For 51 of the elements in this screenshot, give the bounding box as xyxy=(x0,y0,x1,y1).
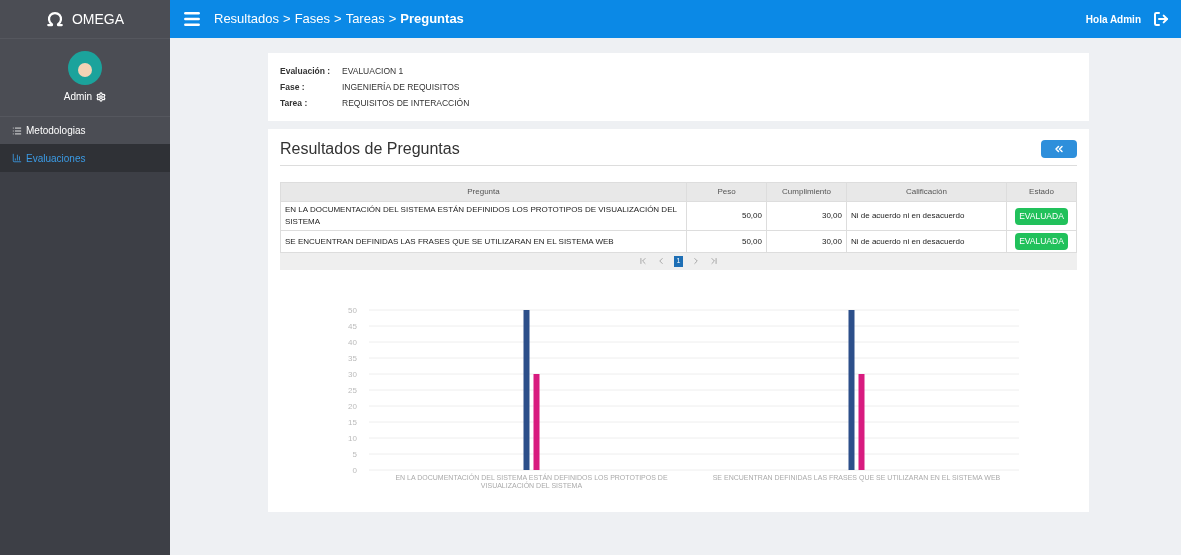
sidebar-item[interactable]: Metodologias xyxy=(0,116,170,144)
sidebar-item-label: Evaluaciones xyxy=(26,151,86,166)
sidebar-item[interactable]: Evaluaciones xyxy=(0,144,170,172)
column-header: Calificación xyxy=(846,182,1007,202)
greeting-text: Hola Admin xyxy=(1085,12,1141,27)
breadcrumb-separator: > xyxy=(283,10,291,29)
axis-tick-label: 5 xyxy=(352,449,357,459)
back-button[interactable] xyxy=(1041,140,1077,159)
gear-icon[interactable] xyxy=(96,91,107,102)
column-header: Estado xyxy=(1006,182,1077,202)
column-header: Cumplimiento xyxy=(766,182,847,202)
table-cell: 30,00 xyxy=(766,201,847,231)
table-cell: EN LA DOCUMENTACIÓN DEL SISTEMA ESTÁN DEFINIDOS LOS PROTOTIPOS DE VISUALIZACIÓN DEL SISTEMA xyxy=(280,201,687,231)
list-icon xyxy=(12,125,22,136)
sidebar-item-label: Metodologias xyxy=(26,124,86,138)
breadcrumb-separator: > xyxy=(334,10,342,29)
axis-tick-label: 35 xyxy=(347,353,357,363)
field-value: INGENIERÍA DE REQUISITOS xyxy=(342,80,460,94)
omega-logo-icon xyxy=(45,10,64,28)
table-cell: 30,00 xyxy=(766,230,847,253)
menu-icon[interactable] xyxy=(182,9,202,29)
table-cell: 50,00 xyxy=(686,230,767,253)
field-label: Evaluación : xyxy=(280,65,332,78)
breadcrumb-link[interactable]: Tareas xyxy=(345,9,385,29)
logout-icon[interactable] xyxy=(1153,11,1169,27)
brand-name: OMEGA xyxy=(71,10,125,29)
table-cell: Ni de acuerdo ni en desacuerdo xyxy=(846,230,1007,253)
section-title: Resultados de Preguntas xyxy=(280,139,460,160)
field-label: Fase : xyxy=(280,80,306,94)
user-name: Admin xyxy=(63,90,93,104)
axis-tick-label: 25 xyxy=(347,385,357,395)
table-cell: 50,00 xyxy=(686,201,767,231)
axis-tick-label: 10 xyxy=(347,433,357,443)
column-header: Pregunta xyxy=(280,182,687,202)
bar-chart-icon xyxy=(12,153,22,163)
status-badge: EVALUADA xyxy=(1015,207,1068,225)
field-value: REQUISITOS DE INTERACCIÓN xyxy=(342,96,470,110)
breadcrumb-separator: > xyxy=(388,10,397,29)
breadcrumb-link[interactable]: Preguntas xyxy=(400,9,464,29)
table-cell: SE ENCUENTRAN DEFINIDAS LAS FRASES QUE SE UTILIZARAN EN EL SISTEMA WEB xyxy=(280,230,687,253)
status-badge: EVALUADA xyxy=(1015,233,1068,250)
axis-tick-label: 45 xyxy=(347,321,357,331)
axis-tick-label: 15 xyxy=(347,417,357,427)
avatar-icon xyxy=(68,51,102,85)
axis-tick-label: 50 xyxy=(347,305,357,315)
field-label: Tarea : xyxy=(280,96,309,110)
breadcrumb-link[interactable]: Fases xyxy=(294,9,331,29)
table-cell: Ni de acuerdo ni en desacuerdo xyxy=(846,201,1007,231)
breadcrumb-link[interactable]: Resultados xyxy=(214,9,280,29)
column-header: Peso xyxy=(686,182,767,202)
field-value: EVALUACION 1 xyxy=(342,65,404,78)
